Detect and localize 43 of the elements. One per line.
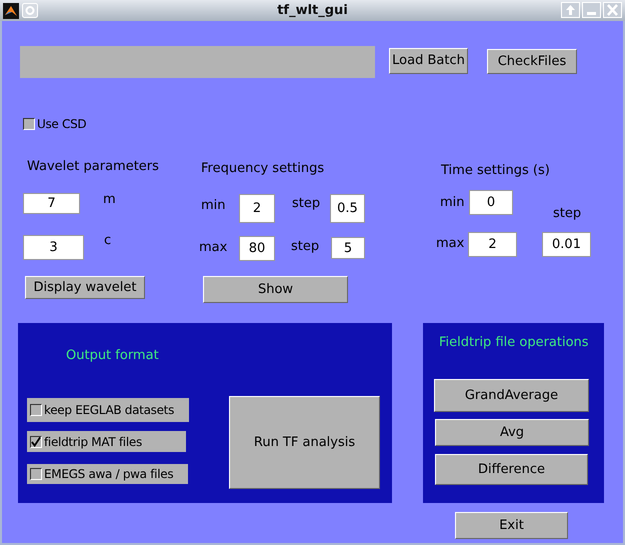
close-icon[interactable]: [603, 2, 622, 18]
label: Wavelet parameters: [27, 160, 159, 173]
push-button[interactable]: Run TF analysis: [229, 396, 380, 489]
label: Time settings (s): [441, 164, 550, 177]
push-button[interactable]: Exit: [455, 512, 568, 539]
label: min: [440, 196, 465, 209]
input-field[interactable]: 0.5: [330, 194, 365, 223]
label: m: [103, 193, 116, 206]
label: step: [292, 197, 320, 210]
minimize-icon[interactable]: [582, 2, 601, 18]
push-button[interactable]: Avg: [435, 419, 589, 446]
label: Output format: [66, 349, 159, 362]
input-field[interactable]: 7: [23, 193, 80, 214]
label: Fieldtrip file operations: [439, 336, 589, 349]
input-field[interactable]: 2: [239, 194, 275, 223]
push-button[interactable]: Difference: [435, 454, 588, 485]
label: max: [199, 241, 228, 254]
checkbox[interactable]: Use CSD: [20, 116, 110, 132]
checkbox[interactable]: fieldtrip MAT files: [27, 431, 186, 452]
push-button[interactable]: Show: [203, 276, 348, 303]
label: Frequency settings: [201, 162, 324, 175]
push-button[interactable]: CheckFiles: [487, 49, 577, 74]
checkbox[interactable]: keep EEGLAB datasets: [27, 398, 189, 422]
label: c: [104, 234, 112, 247]
label: step: [553, 207, 582, 220]
input-field[interactable]: 0: [469, 190, 513, 215]
app-icon: [3, 3, 19, 19]
window-title: tf_wlt_gui: [277, 2, 348, 20]
input-field[interactable]: 0.01: [542, 232, 591, 257]
input-field[interactable]: 80: [239, 236, 275, 261]
checkbox[interactable]: EMEGS awa / pwa files: [27, 464, 188, 484]
input-field[interactable]: 5: [331, 237, 365, 259]
input-field[interactable]: 2: [468, 232, 517, 257]
input-field[interactable]: 3: [23, 235, 84, 260]
label: step: [291, 240, 320, 253]
file-path-field[interactable]: [20, 46, 375, 78]
push-button[interactable]: Load Batch: [389, 48, 468, 74]
menu-icon[interactable]: [22, 3, 38, 18]
push-button[interactable]: GrandAverage: [434, 379, 589, 412]
push-button[interactable]: Display wavelet: [25, 276, 145, 299]
maximize-icon[interactable]: [561, 2, 580, 18]
label: max: [436, 237, 464, 250]
label: min: [201, 199, 226, 212]
